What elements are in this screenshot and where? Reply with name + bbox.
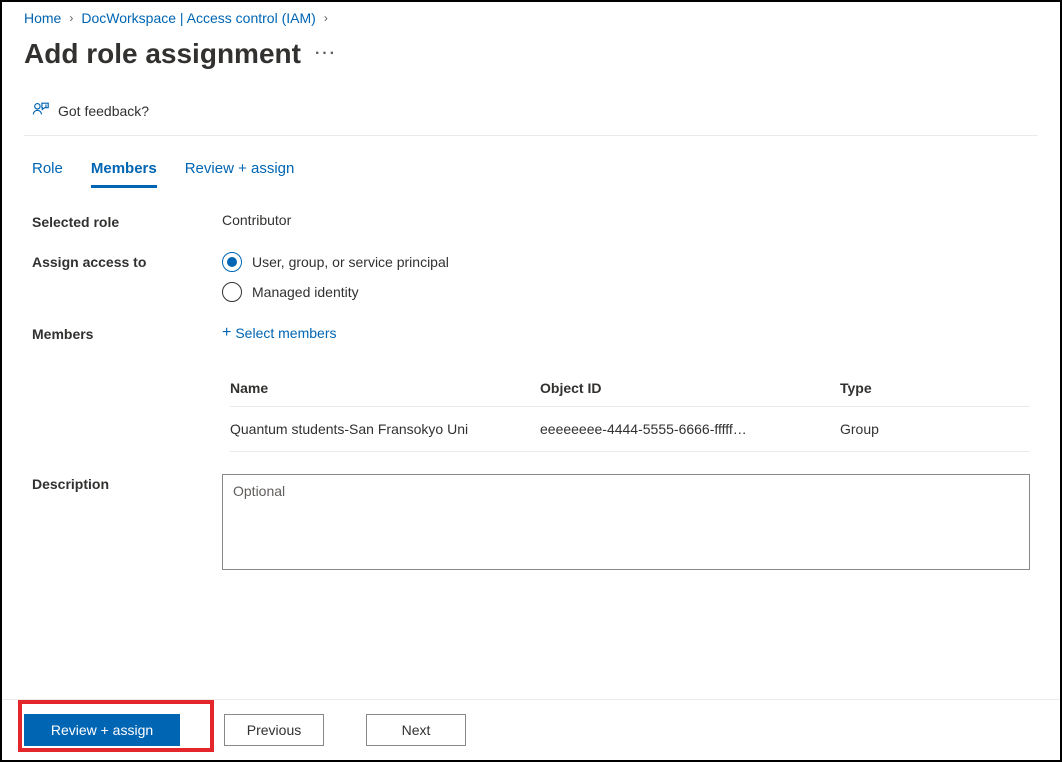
assign-access-label: Assign access to	[32, 252, 222, 270]
breadcrumb-home[interactable]: Home	[24, 10, 61, 26]
tabs: Role Members Review + assign	[24, 136, 1038, 188]
breadcrumb-workspace[interactable]: DocWorkspace | Access control (IAM)	[81, 10, 315, 26]
radio-selected-icon	[222, 252, 242, 272]
description-label: Description	[32, 474, 222, 492]
selected-role-label: Selected role	[32, 212, 222, 230]
radio-managed-identity-label: Managed identity	[252, 284, 359, 300]
col-object-id[interactable]: Object ID	[540, 370, 840, 407]
previous-button[interactable]: Previous	[224, 714, 324, 746]
select-members-link[interactable]: + Select members	[222, 324, 1030, 342]
cell-type: Group	[840, 407, 1030, 452]
chevron-right-icon: ›	[324, 11, 328, 25]
plus-icon: +	[222, 324, 231, 342]
radio-unselected-icon	[222, 282, 242, 302]
feedback-label: Got feedback?	[58, 103, 149, 119]
select-members-label: Select members	[235, 325, 336, 341]
selected-role-value: Contributor	[222, 212, 1030, 228]
review-assign-button[interactable]: Review + assign	[24, 714, 180, 746]
breadcrumb: Home › DocWorkspace | Access control (IA…	[24, 6, 1038, 26]
tab-role[interactable]: Role	[32, 154, 63, 188]
cell-name: Quantum students-San Fransokyo Uni	[230, 407, 540, 452]
next-button[interactable]: Next	[366, 714, 466, 746]
col-type[interactable]: Type	[840, 370, 1030, 407]
table-header-row: Name Object ID Type	[230, 370, 1030, 407]
radio-managed-identity[interactable]: Managed identity	[222, 282, 1030, 302]
col-name[interactable]: Name	[230, 370, 540, 407]
tab-members[interactable]: Members	[91, 154, 157, 188]
feedback-link[interactable]: Got feedback?	[24, 74, 1038, 136]
cell-object-id: eeeeeeee-4444-5555-6666-fffff…	[540, 407, 840, 452]
radio-user-group-sp[interactable]: User, group, or service principal	[222, 252, 1030, 272]
table-row[interactable]: Quantum students-San Fransokyo Uni eeeee…	[230, 407, 1030, 452]
assign-access-radio-group: User, group, or service principal Manage…	[222, 252, 1030, 302]
tab-review-assign[interactable]: Review + assign	[185, 154, 295, 188]
person-feedback-icon	[32, 100, 50, 121]
more-actions-button[interactable]: ···	[315, 45, 337, 63]
chevron-right-icon: ›	[69, 11, 73, 25]
footer-bar: Review + assign Previous Next	[2, 699, 1060, 760]
page-title: Add role assignment ···	[24, 38, 1038, 70]
radio-user-group-sp-label: User, group, or service principal	[252, 254, 449, 270]
members-table: Name Object ID Type Quantum students-San…	[230, 370, 1030, 452]
description-textarea[interactable]	[222, 474, 1030, 570]
members-label: Members	[32, 324, 222, 342]
